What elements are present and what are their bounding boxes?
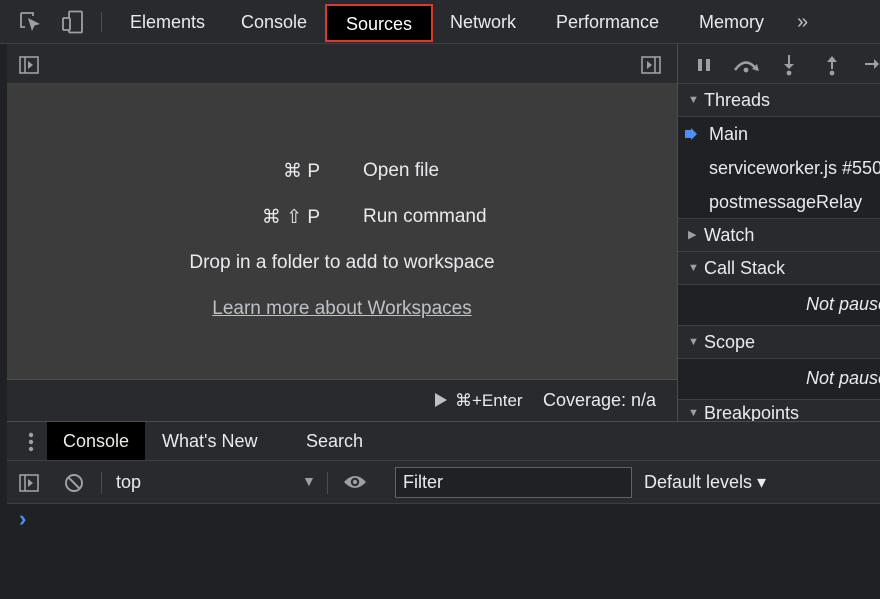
- drawer-tab-console[interactable]: Console: [47, 422, 146, 460]
- tab-memory[interactable]: Memory: [699, 0, 764, 44]
- threads-section-title: Threads: [704, 90, 771, 110]
- tab-console[interactable]: Console: [241, 0, 307, 44]
- show-debugger-icon[interactable]: [641, 56, 661, 74]
- thread-item-label: Main: [709, 124, 749, 144]
- log-levels-dropdown[interactable]: Default levels ▾: [644, 472, 766, 493]
- collapsed-triangle-icon: ▶: [688, 229, 697, 241]
- scope-section-title: Scope: [704, 332, 756, 352]
- context-selector[interactable]: top: [116, 472, 141, 493]
- expanded-triangle-icon: ▼: [688, 94, 699, 106]
- device-toolbar-icon[interactable]: [61, 10, 85, 34]
- devtools-main-toolbar: Elements Console Sources Network Perform…: [0, 0, 880, 44]
- step-icon[interactable]: [864, 57, 880, 71]
- drawer-tab-whats-new[interactable]: What's New: [162, 422, 257, 460]
- scope-status-text: Not paused: [806, 368, 880, 388]
- open-file-label: Open file: [363, 160, 440, 181]
- tab-sources[interactable]: Sources: [325, 4, 434, 42]
- call-stack-section-header[interactable]: ▼ Call Stack: [678, 252, 880, 285]
- debugger-sidebar: ▼ Threads Main serviceworker.js #550 pos…: [677, 44, 880, 421]
- pause-icon[interactable]: [697, 58, 711, 72]
- scope-section-header[interactable]: ▼ Scope: [678, 326, 880, 359]
- left-edge-strip: [0, 0, 7, 599]
- coverage-status: Coverage: n/a: [543, 390, 657, 410]
- console-output-area[interactable]: ›: [7, 504, 880, 599]
- console-toolbar: top ▼ Default levels ▾: [7, 461, 880, 504]
- open-file-shortcut-keys: ⌘ P: [283, 161, 320, 182]
- run-command-shortcut-keys: ⌘ ⇧ P: [261, 207, 320, 228]
- drawer-tab-search[interactable]: Search: [306, 422, 363, 460]
- toolbar-separator: [101, 472, 102, 494]
- thread-item-serviceworker[interactable]: serviceworker.js #550: [678, 151, 880, 185]
- inspect-element-icon[interactable]: [19, 11, 43, 33]
- clear-console-icon[interactable]: [64, 473, 84, 493]
- context-dropdown-icon[interactable]: ▼: [302, 473, 316, 489]
- expanded-triangle-icon: ▼: [688, 407, 699, 419]
- more-tabs-icon[interactable]: »: [797, 0, 808, 44]
- step-out-icon[interactable]: [825, 54, 839, 76]
- console-filter-input[interactable]: [395, 467, 632, 498]
- learn-more-workspaces-link[interactable]: Learn more about Workspaces: [7, 298, 677, 320]
- watch-section-title: Watch: [704, 225, 755, 245]
- current-thread-arrow-icon: [685, 128, 698, 140]
- debugger-toolbar: [678, 44, 880, 84]
- step-over-icon[interactable]: [732, 57, 760, 73]
- thread-item-label: postmessageRelay: [709, 192, 863, 212]
- call-stack-status: Not paused: [678, 285, 880, 326]
- threads-section-header[interactable]: ▼ Threads: [678, 84, 880, 117]
- run-command-label: Run command: [363, 206, 487, 227]
- watch-section-header[interactable]: ▶ Watch: [678, 219, 880, 252]
- show-console-sidebar-icon[interactable]: [19, 474, 39, 492]
- call-stack-status-text: Not paused: [806, 294, 880, 314]
- thread-item-postmessagerelay[interactable]: postmessageRelay: [678, 185, 880, 219]
- breakpoints-section-title: Breakpoints: [704, 403, 800, 421]
- drop-folder-hint: Drop in a folder to add to workspace: [189, 252, 495, 273]
- drawer-menu-icon[interactable]: [28, 432, 34, 452]
- run-snippet-icon[interactable]: [434, 392, 448, 408]
- drawer-tab-strip: Console What's New Search: [7, 421, 880, 461]
- tab-performance[interactable]: Performance: [556, 0, 659, 44]
- show-navigator-icon[interactable]: [19, 56, 39, 74]
- editor-placeholder-panel: ⌘ P Open file ⌘ ⇧ P Run command Drop in …: [7, 84, 677, 379]
- tab-network[interactable]: Network: [450, 0, 516, 44]
- editor-status-bar: ⌘+Enter Coverage: n/a: [7, 379, 677, 421]
- live-expression-eye-icon[interactable]: [343, 474, 367, 490]
- thread-item-main[interactable]: Main: [678, 117, 880, 151]
- toolbar-separator: [327, 472, 328, 494]
- run-snippet-shortcut: ⌘+Enter: [455, 391, 523, 410]
- console-prompt-chevron[interactable]: ›: [19, 506, 26, 532]
- editor-toolbar: [7, 44, 677, 84]
- thread-item-label: serviceworker.js #550: [709, 158, 880, 178]
- scope-status: Not paused: [678, 359, 880, 400]
- breakpoints-section-header[interactable]: ▼ Breakpoints: [678, 400, 880, 421]
- expanded-triangle-icon: ▼: [688, 262, 699, 274]
- toolbar-separator: [101, 12, 102, 32]
- expanded-triangle-icon: ▼: [688, 336, 699, 348]
- step-into-icon[interactable]: [782, 54, 796, 76]
- call-stack-section-title: Call Stack: [704, 258, 786, 278]
- tab-elements[interactable]: Elements: [130, 0, 205, 44]
